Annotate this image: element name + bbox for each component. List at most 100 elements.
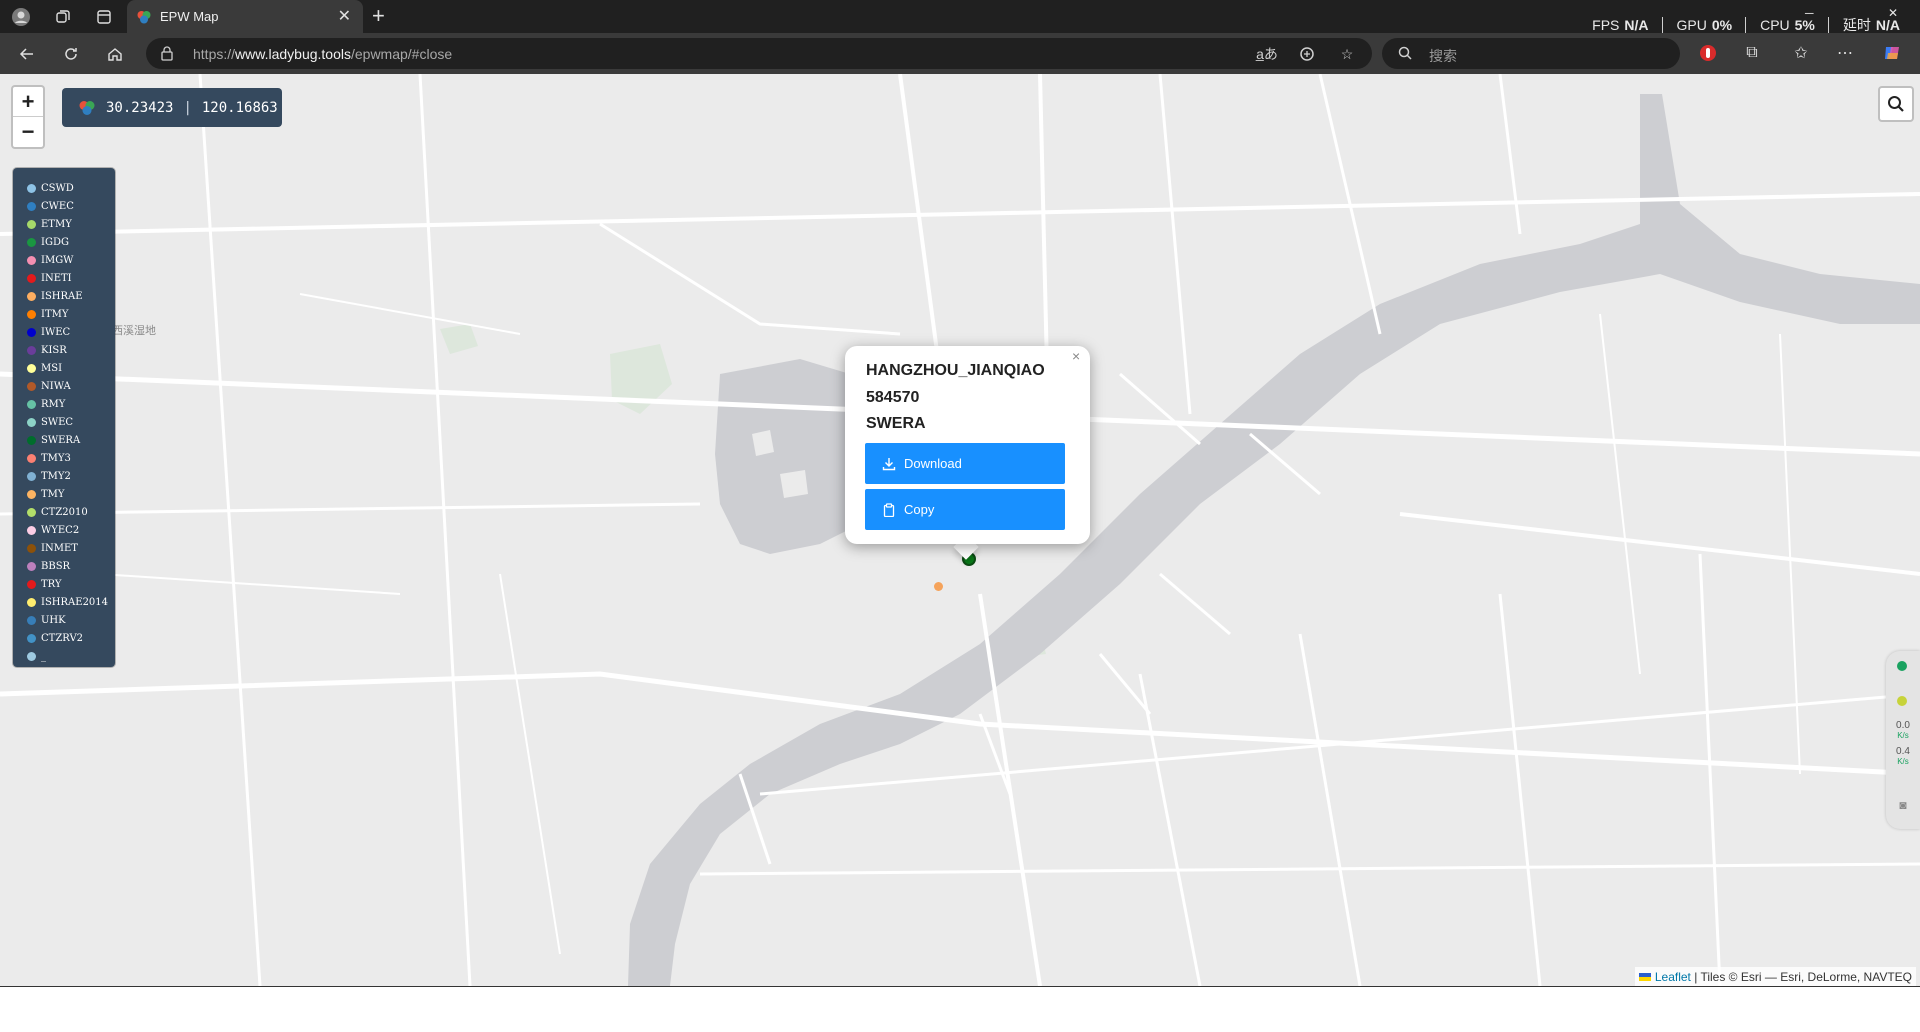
legend-item[interactable]: CSWD xyxy=(27,180,74,196)
copy-button[interactable]: Copy xyxy=(865,489,1065,530)
legend-item[interactable]: MSI xyxy=(27,360,62,376)
legend-item[interactable]: ISHRAE2014 xyxy=(27,594,108,610)
legend-item[interactable]: INMET xyxy=(27,540,78,556)
leaflet-link[interactable]: Leaflet xyxy=(1655,970,1691,984)
legend-label: _ xyxy=(41,650,46,662)
perf-cpu-label: CPU xyxy=(1760,17,1790,33)
perf-latency-value: N/A xyxy=(1875,17,1900,33)
extension-red-icon[interactable] xyxy=(1696,41,1720,65)
legend-item[interactable]: NIWA xyxy=(27,378,71,394)
url-text[interactable]: https://www.ladybug.tools/epwmap/#close xyxy=(193,46,452,62)
legend-item[interactable]: BBSR xyxy=(27,558,70,574)
legend-item[interactable]: IWEC xyxy=(27,324,70,340)
legend-item[interactable]: IMGW xyxy=(27,252,73,268)
refresh-button[interactable] xyxy=(58,41,84,67)
tab-actions-icon[interactable] xyxy=(91,4,117,30)
url-host: www.ladybug.tools xyxy=(235,46,351,62)
tab-close-icon[interactable]: ✕ xyxy=(338,6,351,26)
translate-icon[interactable]: a̲あ xyxy=(1256,43,1278,65)
legend-item[interactable]: TMY3 xyxy=(27,450,71,466)
ladybug-favicon-icon xyxy=(137,11,151,24)
copilot-icon[interactable] xyxy=(1880,41,1904,65)
legend-item[interactable]: ISHRAE xyxy=(27,288,83,304)
legend-item[interactable]: SWEC xyxy=(27,414,73,430)
legend-dot xyxy=(27,525,36,535)
upload-rate: 0.0 xyxy=(1896,720,1910,731)
zoom-control: + − xyxy=(11,85,45,149)
zoom-in-button[interactable]: + xyxy=(13,87,43,117)
new-tab-button[interactable]: + xyxy=(372,3,385,29)
copy-label: Copy xyxy=(904,502,935,517)
legend-item[interactable]: CTZRV2 xyxy=(27,630,83,646)
floating-network-widget[interactable]: 0.0 K/s 0.4 K/s ◙ xyxy=(1886,651,1920,829)
map-attribution: Leaflet | Tiles © Esri — Esri, DeLorme, … xyxy=(1634,967,1916,986)
profile-icon[interactable] xyxy=(8,4,34,30)
camera-icon[interactable]: ◙ xyxy=(1890,799,1916,811)
perf-fps-label: FPS xyxy=(1592,17,1620,33)
download-icon xyxy=(882,457,896,470)
legend-dot xyxy=(27,399,36,409)
station-source: SWERA xyxy=(866,415,926,432)
legend-label: WYEC2 xyxy=(41,524,80,536)
legend-dot xyxy=(27,453,36,463)
legend-label: ISHRAE xyxy=(41,290,83,302)
legend-label: CTZRV2 xyxy=(41,632,84,644)
perf-cpu-value: 5% xyxy=(1794,17,1815,33)
legend-label: IGDG xyxy=(41,236,69,248)
ukraine-flag-icon xyxy=(1638,972,1651,981)
legend-item[interactable]: INETI xyxy=(27,270,72,286)
upload-rate-unit: K/s xyxy=(1897,731,1909,740)
download-button[interactable]: Download xyxy=(865,443,1065,484)
legend-label: TMY2 xyxy=(41,470,71,482)
legend-item[interactable]: RMY xyxy=(27,396,65,412)
legend-dot xyxy=(27,489,36,499)
legend-item[interactable]: IGDG xyxy=(27,234,69,250)
browser-toolbar: https://www.ladybug.tools/epwmap/#close … xyxy=(0,33,1920,74)
station-marker[interactable] xyxy=(934,582,943,591)
legend-label: BBSR xyxy=(41,560,71,572)
legend-item[interactable]: ITMY xyxy=(27,306,68,322)
popup-close-button[interactable]: × xyxy=(1072,348,1080,364)
more-menu-icon[interactable]: ⋯ xyxy=(1833,41,1857,65)
legend-label: IMGW xyxy=(41,254,74,266)
legend-label: CTZ2010 xyxy=(41,506,88,518)
map-search-button[interactable] xyxy=(1878,86,1914,122)
tiles-attribution: | Tiles © Esri — Esri, DeLorme, NAVTEQ xyxy=(1694,969,1912,984)
legend-label: TMY3 xyxy=(41,452,71,464)
legend-dot xyxy=(27,543,36,553)
workspaces-icon[interactable] xyxy=(50,4,76,30)
home-button[interactable] xyxy=(102,41,128,67)
legend-label: RMY xyxy=(41,398,66,410)
perf-gpu-value: 0% xyxy=(1711,17,1733,33)
back-button[interactable] xyxy=(14,41,40,67)
legend-item[interactable]: UHK xyxy=(27,612,66,628)
legend-item[interactable]: TMY xyxy=(27,486,65,502)
legend-item[interactable]: TRY xyxy=(27,576,62,592)
download-rate-unit: K/s xyxy=(1897,757,1909,766)
ladybug-logo-icon xyxy=(79,100,95,115)
zoom-out-button[interactable]: − xyxy=(13,117,43,146)
longitude-value: 120.16863 xyxy=(201,99,278,116)
search-box[interactable]: 搜索 xyxy=(1382,38,1680,69)
extensions-puzzle-icon[interactable]: ⧉ xyxy=(1740,41,1764,65)
legend-item[interactable]: KISR xyxy=(27,342,67,358)
legend-dot xyxy=(27,651,36,661)
legend-item[interactable]: SWERA xyxy=(27,432,80,448)
legend-dot xyxy=(27,471,36,481)
legend-dot xyxy=(27,291,36,301)
favorite-star-icon[interactable]: ☆ xyxy=(1336,43,1358,65)
tab-epw-map[interactable]: EPW Map ✕ xyxy=(127,0,363,33)
legend-item[interactable]: CWEC xyxy=(27,198,74,214)
legend-dot xyxy=(27,597,36,607)
legend-dot xyxy=(27,255,36,265)
perf-fps-value: N/A xyxy=(1624,17,1649,33)
legend-item[interactable]: _ xyxy=(27,648,46,664)
immersive-reader-icon[interactable] xyxy=(1296,43,1318,65)
legend-item[interactable]: TMY2 xyxy=(27,468,71,484)
address-bar[interactable]: https://www.ladybug.tools/epwmap/#close … xyxy=(146,38,1372,69)
legend-item[interactable]: ETMY xyxy=(27,216,72,232)
favorites-icon[interactable]: ✩ xyxy=(1789,41,1813,65)
legend-item[interactable]: CTZ2010 xyxy=(27,504,88,520)
lock-icon[interactable] xyxy=(160,45,174,61)
legend-item[interactable]: WYEC2 xyxy=(27,522,79,538)
